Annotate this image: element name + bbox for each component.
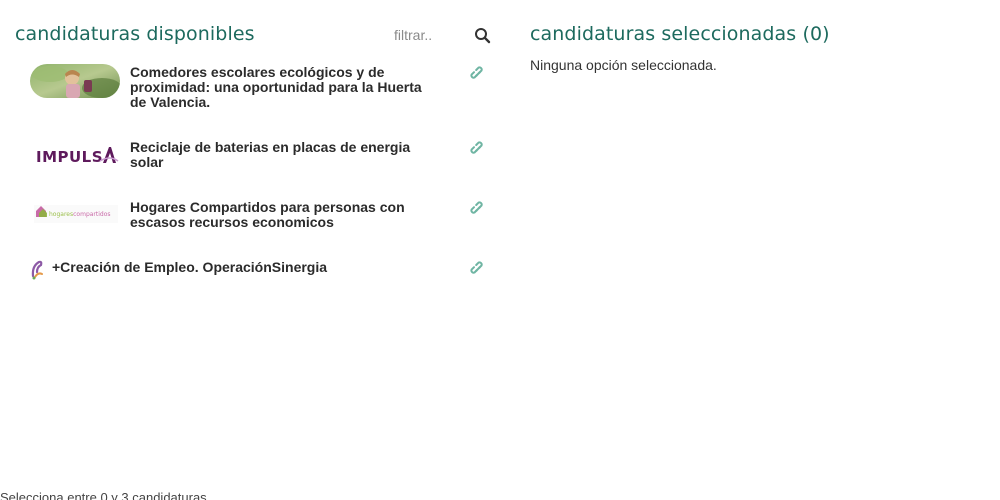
candidate-title[interactable]: Reciclaje de baterias en placas de energ… (130, 140, 440, 170)
empty-selection-text: Ninguna opción seleccionada. (530, 57, 717, 73)
list-item: IMPULS Reciclaje de baterias en placas d… (15, 139, 495, 179)
svg-text:IMPULS: IMPULS (36, 148, 103, 166)
candidate-title[interactable]: Hogares Compartidos para personas con es… (130, 200, 440, 230)
link-icon[interactable] (470, 261, 486, 277)
list-item: +Creación de Empleo. OperaciónSinergia (15, 259, 495, 289)
candidate-thumbnail (30, 64, 120, 98)
hogares-compartidos-logo: hogarescompartidos (30, 199, 120, 229)
search-icon[interactable] (473, 26, 493, 46)
link-icon[interactable] (470, 66, 486, 82)
svg-text:hogarescompartidos: hogarescompartidos (49, 211, 111, 218)
filter-input[interactable] (390, 23, 476, 47)
impulsa-logo: IMPULS (30, 141, 120, 171)
candidate-title[interactable]: Comedores escolares ecológicos y de prox… (130, 65, 440, 110)
list-item: hogarescompartidos Hogares Compartidos p… (15, 199, 495, 239)
candidate-title[interactable]: +Creación de Empleo. OperaciónSinergia (52, 260, 362, 275)
selected-panel: candidaturas seleccionadas (0) Ninguna o… (530, 20, 970, 73)
sinergia-logo (30, 258, 44, 280)
available-panel: candidaturas disponibles (15, 20, 495, 50)
link-icon[interactable] (470, 141, 486, 157)
available-header: candidaturas disponibles (15, 20, 495, 50)
selection-hint: Selecciona entre 0 y 3 candidaturas (0, 490, 207, 500)
link-icon[interactable] (470, 201, 486, 217)
list-item: Comedores escolares ecológicos y de prox… (15, 62, 495, 122)
selected-heading: candidaturas seleccionadas (0) (530, 23, 830, 45)
page: candidaturas disponibles filtrar.. Comed… (0, 0, 1000, 500)
